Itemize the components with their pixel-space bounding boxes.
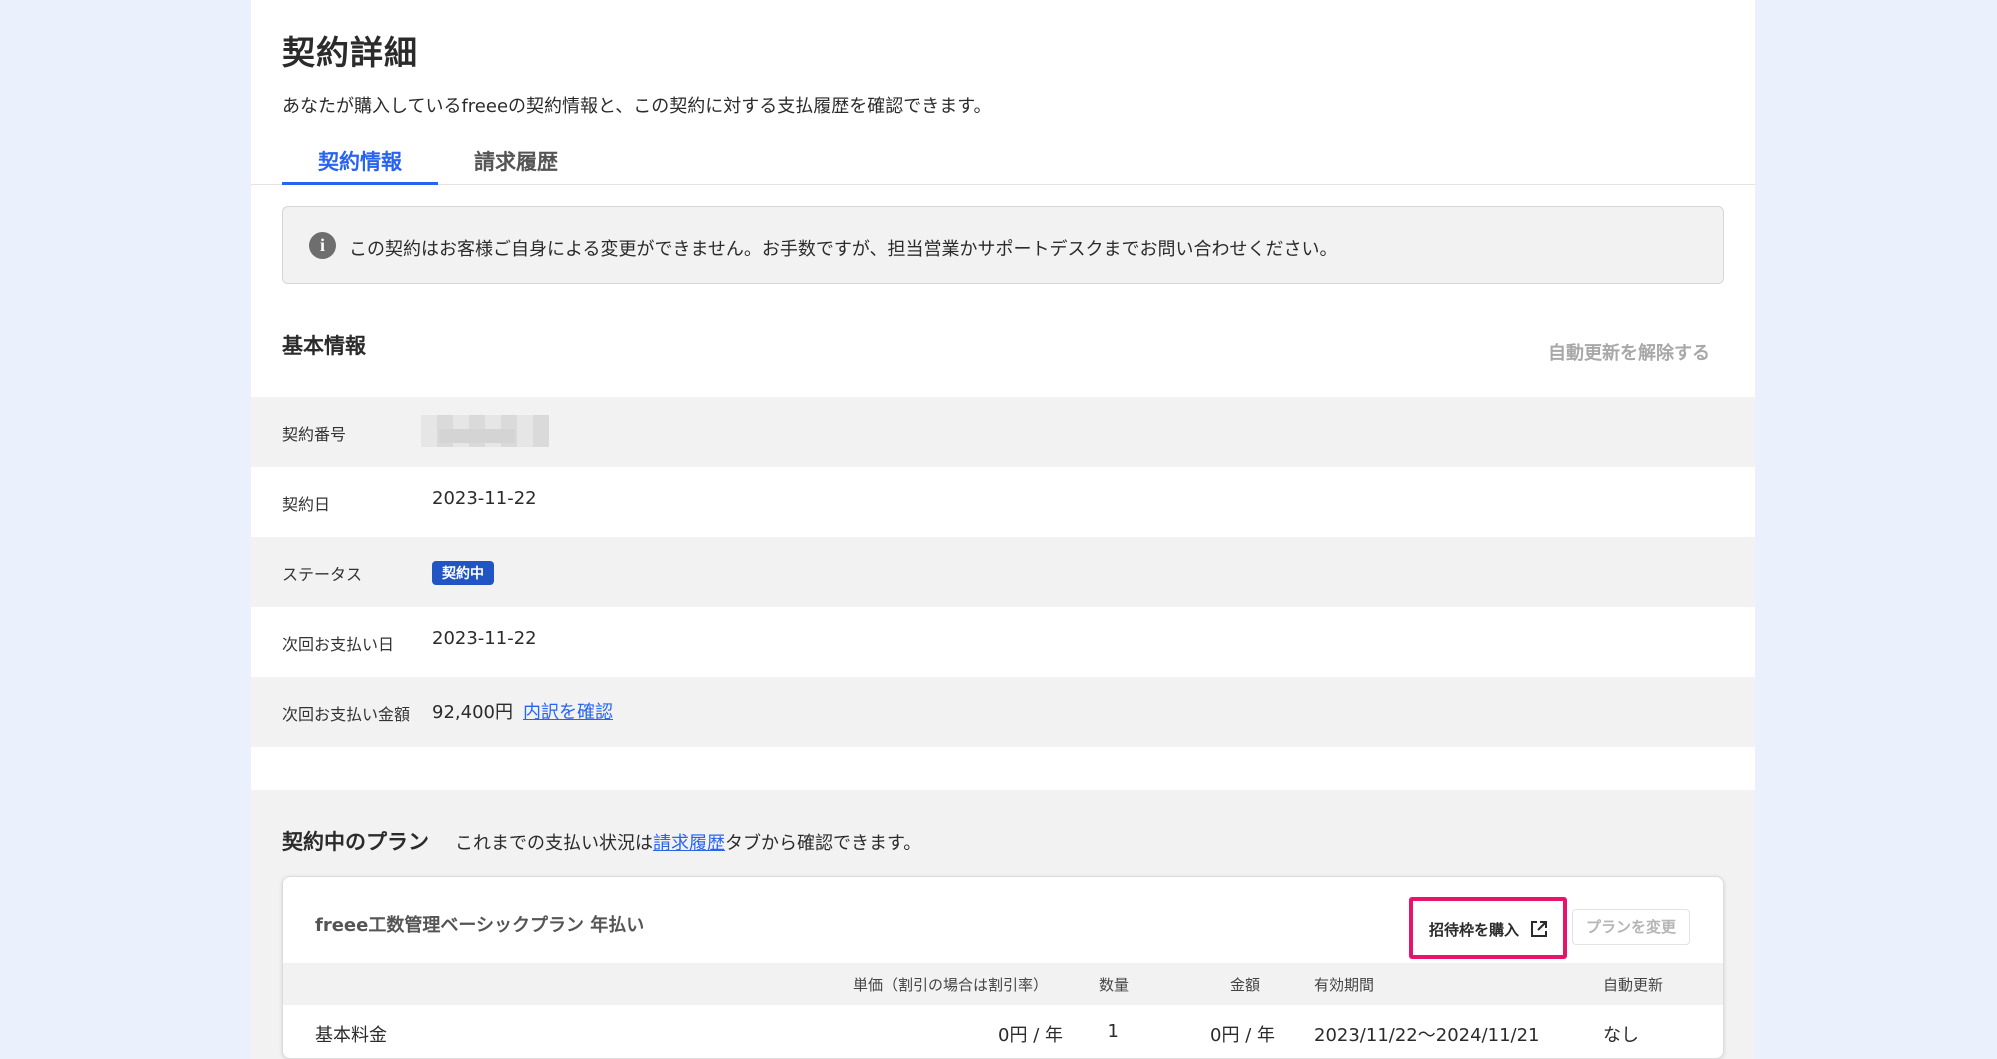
change-plan-button[interactable]: プランを変更: [1572, 909, 1690, 945]
contract-date-label: 契約日: [282, 495, 331, 514]
view-breakdown-link[interactable]: 内訳を確認: [523, 702, 613, 723]
col-quantity: 数量: [1099, 976, 1130, 994]
next-payment-amount-value: 92,400円: [432, 702, 513, 723]
next-payment-date-label: 次回お支払い日: [282, 635, 395, 654]
plan-heading: 契約中のプラン: [282, 830, 429, 854]
billing-history-link[interactable]: 請求履歴: [653, 833, 725, 854]
page-subtitle: あなたが購入しているfreeeの契約情報と、この契約に対する支払履歴を確認できま…: [282, 96, 992, 117]
info-icon: i: [309, 232, 336, 259]
status-badge: 契約中: [432, 561, 494, 585]
notice-text: この契約はお客様ご自身による変更ができません。お手数ですが、担当営業かサポートデ…: [349, 239, 1338, 260]
info-row-next-payment-date: 次回お支払い日 2023-11-22: [251, 607, 1755, 677]
plan-table-header: 単価（割引の場合は割引率） 数量 金額 有効期間 自動更新: [283, 963, 1723, 1005]
contract-date-value: 2023-11-22: [432, 488, 537, 509]
notice-banner: i この契約はお客様ご自身による変更ができません。お手数ですが、担当営業かサポー…: [282, 206, 1724, 284]
external-link-icon: [1531, 921, 1547, 937]
plan-name: freee工数管理ベーシックプラン 年払い: [315, 915, 645, 936]
tab-contract-info[interactable]: 契約情報: [282, 146, 438, 185]
plan-card: freee工数管理ベーシックプラン 年払い 招待枠を購入 プランを変更 単価（割…: [282, 876, 1724, 1059]
contract-number-label: 契約番号: [282, 425, 347, 444]
col-unit-price: 単価（割引の場合は割引率）: [853, 976, 1049, 994]
buy-invite-slots-label: 招待枠を購入: [1429, 921, 1520, 939]
tab-billing-history[interactable]: 請求履歴: [438, 146, 594, 185]
next-payment-amount-wrap: 92,400円 内訳を確認: [432, 698, 613, 724]
next-payment-amount-label: 次回お支払い金額: [282, 705, 411, 724]
plan-note-after: タブから確認できます。: [725, 833, 922, 854]
info-row-next-payment-amount: 次回お支払い金額 92,400円 内訳を確認: [251, 677, 1755, 747]
cancel-auto-renewal-link[interactable]: 自動更新を解除する: [1548, 339, 1710, 365]
contract-number-redacted: [421, 415, 549, 447]
row-amount: 0円 / 年: [1210, 1025, 1275, 1046]
row-unit-price: 0円 / 年: [998, 1025, 1063, 1046]
info-row-contract-number: 契約番号: [251, 397, 1755, 467]
basic-info-table: 契約番号 契約日 2023-11-22 ステータス 契約中 次回お支払い日 20…: [251, 397, 1755, 747]
row-period: 2023/11/22〜2024/11/21: [1314, 1025, 1540, 1046]
info-row-status: ステータス 契約中: [251, 537, 1755, 607]
row-auto-renew: なし: [1603, 1025, 1639, 1046]
buy-invite-slots-button[interactable]: 招待枠を購入: [1409, 897, 1567, 959]
page-title: 契約詳細: [282, 33, 418, 72]
table-row: 基本料金 0円 / 年 1 0円 / 年 2023/11/22〜2024/11/…: [283, 1005, 1723, 1058]
status-label: ステータス: [282, 565, 363, 584]
col-auto-renew: 自動更新: [1603, 976, 1664, 994]
info-row-contract-date: 契約日 2023-11-22: [251, 467, 1755, 537]
plan-note: これまでの支払い状況は請求履歴タブから確認できます。: [455, 829, 921, 855]
col-amount: 金額: [1230, 976, 1261, 994]
contract-detail-page: 契約詳細 あなたが購入しているfreeeの契約情報と、この契約に対する支払履歴を…: [251, 0, 1755, 1059]
basic-info-title: 基本情報: [282, 334, 366, 358]
tab-bar: 契約情報 請求履歴: [251, 140, 1755, 185]
col-period: 有効期間: [1314, 976, 1375, 994]
plan-note-before: これまでの支払い状況は: [455, 833, 653, 854]
row-quantity: 1: [1107, 1021, 1119, 1042]
next-payment-date-value: 2023-11-22: [432, 628, 537, 649]
row-item: 基本料金: [315, 1025, 387, 1046]
